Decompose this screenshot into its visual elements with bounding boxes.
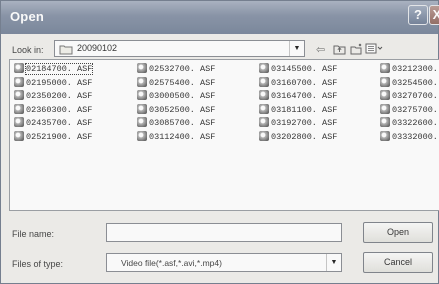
file-item[interactable]: 03275700. A bbox=[380, 103, 439, 116]
file-name: 02435700. ASF bbox=[26, 118, 93, 128]
file-name: 02532700. ASF bbox=[149, 64, 216, 74]
video-file-icon bbox=[380, 63, 390, 73]
file-item[interactable]: 03112400. ASF bbox=[137, 130, 216, 143]
video-file-icon bbox=[380, 130, 390, 141]
file-item[interactable]: 02360300. ASF bbox=[14, 103, 93, 116]
video-file-icon bbox=[259, 117, 269, 127]
video-file-icon bbox=[259, 76, 269, 87]
video-file-icon bbox=[259, 130, 269, 141]
open-dialog: Open ? X Look in: 20090102 ▼ ⇦ 02184700.… bbox=[0, 0, 439, 284]
open-button[interactable]: Open bbox=[363, 222, 433, 243]
file-item[interactable]: 03192700. ASF bbox=[259, 117, 337, 129]
file-name: 03085700. ASF bbox=[149, 118, 216, 128]
file-item[interactable]: 03000500. ASF bbox=[137, 90, 215, 102]
file-name: 03332000. A bbox=[392, 131, 439, 142]
file-item[interactable]: 03202800. ASF bbox=[259, 130, 338, 143]
file-name-input[interactable] bbox=[106, 223, 342, 242]
file-name: 03052500. ASF bbox=[149, 104, 216, 115]
video-file-icon bbox=[259, 90, 269, 100]
file-name: 03322600. A bbox=[392, 118, 439, 128]
file-list[interactable]: 02184700. ASF 02195000. ASF 02350200. ASF 0… bbox=[9, 59, 439, 211]
video-file-icon bbox=[14, 130, 24, 141]
file-item[interactable]: 02184700. ASF bbox=[14, 63, 94, 75]
video-file-icon bbox=[14, 63, 24, 73]
file-item[interactable]: 03164700. ASF bbox=[259, 90, 337, 102]
file-item[interactable]: 02532700. ASF bbox=[137, 63, 215, 75]
video-file-icon bbox=[137, 90, 147, 100]
file-name: 03112400. ASF bbox=[149, 131, 216, 142]
file-name: 03164700. ASF bbox=[271, 91, 338, 101]
file-item[interactable]: 02575400. ASF bbox=[137, 76, 216, 89]
file-name: 02184700. ASF bbox=[24, 63, 94, 75]
close-button[interactable]: X bbox=[429, 5, 439, 25]
file-name: 03275700. A bbox=[392, 104, 439, 115]
file-name: 02575400. ASF bbox=[149, 77, 216, 88]
cancel-button[interactable]: Cancel bbox=[363, 252, 433, 273]
window-title: Open bbox=[10, 9, 45, 24]
look-in-dropdown[interactable]: 20090102 ▼ bbox=[54, 40, 305, 57]
file-name: 03212300. A bbox=[392, 64, 439, 74]
file-item[interactable]: 03160700. ASF bbox=[259, 76, 338, 89]
file-item[interactable]: 03322600. A bbox=[380, 117, 439, 129]
file-type-label: Files of type: bbox=[12, 259, 64, 269]
file-item[interactable]: 03270700. A bbox=[380, 90, 439, 102]
views-menu-icon[interactable] bbox=[365, 43, 383, 57]
file-item[interactable]: 03085700. ASF bbox=[137, 117, 215, 129]
video-file-icon bbox=[259, 63, 269, 73]
video-file-icon bbox=[137, 76, 147, 87]
folder-icon bbox=[59, 45, 73, 55]
video-file-icon bbox=[137, 130, 147, 141]
chevron-down-icon[interactable]: ▼ bbox=[289, 41, 304, 56]
file-name: 02360300. ASF bbox=[26, 104, 93, 115]
file-name: 02350200. ASF bbox=[26, 91, 93, 101]
video-file-icon bbox=[137, 63, 147, 73]
video-file-icon bbox=[380, 90, 390, 100]
file-item[interactable]: 03212300. A bbox=[380, 63, 439, 75]
file-item[interactable]: 03254500. A bbox=[380, 76, 439, 89]
video-file-icon bbox=[380, 103, 390, 114]
file-item[interactable]: 03181100. ASF bbox=[259, 103, 338, 116]
file-type-value: Video file(*.asf,*.avi,*.mp4) bbox=[121, 258, 222, 268]
file-name: 02521900. ASF bbox=[26, 131, 93, 142]
file-item[interactable]: 02195000. ASF bbox=[14, 76, 93, 89]
look-in-value: 20090102 bbox=[77, 43, 118, 53]
file-name: 03202800. ASF bbox=[271, 131, 338, 142]
help-button[interactable]: ? bbox=[408, 5, 428, 25]
up-folder-icon[interactable] bbox=[333, 43, 346, 58]
file-name: 03000500. ASF bbox=[149, 91, 216, 101]
file-name-label: File name: bbox=[12, 229, 55, 239]
video-file-icon bbox=[14, 90, 24, 100]
video-file-icon bbox=[137, 117, 147, 127]
file-name: 03181100. ASF bbox=[271, 104, 338, 115]
new-folder-icon[interactable] bbox=[350, 43, 363, 58]
file-type-dropdown[interactable]: Video file(*.asf,*.avi,*.mp4) ▼ bbox=[106, 253, 342, 272]
file-name: 03145500. ASF bbox=[271, 64, 338, 74]
chevron-down-icon[interactable]: ▼ bbox=[326, 254, 341, 271]
back-arrow-icon[interactable]: ⇦ bbox=[316, 43, 325, 56]
file-name: 02195000. ASF bbox=[26, 77, 93, 88]
video-file-icon bbox=[14, 103, 24, 114]
file-item[interactable]: 02350200. ASF bbox=[14, 90, 92, 102]
video-file-icon bbox=[259, 103, 269, 114]
file-item[interactable]: 03052500. ASF bbox=[137, 103, 216, 116]
title-bar[interactable]: Open ? X bbox=[1, 1, 439, 34]
video-file-icon bbox=[137, 103, 147, 114]
file-name: 03254500. A bbox=[392, 77, 439, 88]
video-file-icon bbox=[380, 117, 390, 127]
video-file-icon bbox=[14, 76, 24, 87]
file-item[interactable]: 03145500. ASF bbox=[259, 63, 337, 75]
video-file-icon bbox=[14, 117, 24, 127]
file-item[interactable]: 02435700. ASF bbox=[14, 117, 92, 129]
file-name: 03160700. ASF bbox=[271, 77, 338, 88]
look-in-label: Look in: bbox=[12, 45, 44, 55]
file-name: 03270700. A bbox=[392, 91, 439, 101]
file-item[interactable]: 02521900. ASF bbox=[14, 130, 93, 143]
video-file-icon bbox=[380, 76, 390, 87]
file-item[interactable]: 03332000. A bbox=[380, 130, 439, 143]
file-name: 03192700. ASF bbox=[271, 118, 338, 128]
